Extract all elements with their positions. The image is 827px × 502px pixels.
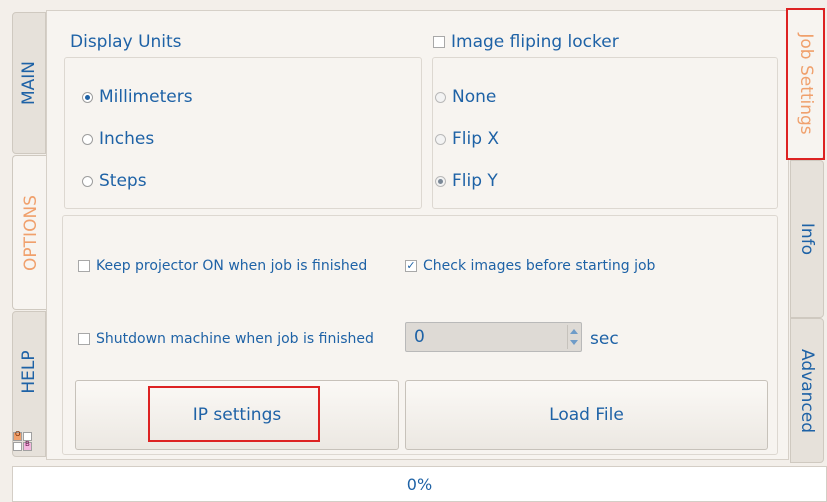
load-file-button[interactable]: Load File: [405, 380, 768, 450]
progress-text: 0%: [406, 474, 433, 494]
spin-arrows[interactable]: [567, 325, 579, 349]
load-file-button-label: Load File: [549, 405, 624, 425]
radio-flip-x-indicator[interactable]: [435, 133, 446, 145]
theme-orange-label: O: [15, 430, 21, 438]
theme-orange-square[interactable]: O: [13, 430, 22, 441]
check-images-option[interactable]: ✓ Check images before starting job: [405, 258, 655, 274]
theme-pink-square[interactable]: B: [23, 440, 32, 451]
theme-white-square-2[interactable]: [13, 442, 22, 451]
radio-flip-x[interactable]: Flip X: [435, 129, 499, 149]
image-flip-locker[interactable]: Image fliping locker: [433, 32, 619, 52]
radio-steps-indicator[interactable]: [82, 175, 93, 187]
tab-info[interactable]: Info: [790, 160, 824, 318]
theme-blue-label: B: [25, 440, 30, 448]
radio-flip-y[interactable]: Flip Y: [435, 171, 498, 191]
radio-steps[interactable]: Steps: [82, 171, 147, 191]
radio-inches-indicator[interactable]: [82, 133, 93, 145]
tab-help-label: HELP: [19, 350, 39, 395]
display-units-title: Display Units: [70, 32, 182, 52]
radio-millimeters-indicator[interactable]: [82, 91, 93, 103]
shutdown-label: Shutdown machine when job is finished: [96, 331, 374, 347]
shutdown-delay-spinbox[interactable]: 0: [405, 322, 582, 352]
ip-settings-button[interactable]: IP settings: [75, 380, 399, 450]
tab-main[interactable]: MAIN: [12, 12, 46, 154]
radio-flip-none[interactable]: None: [435, 87, 496, 107]
radio-flip-y-indicator[interactable]: [435, 175, 446, 187]
tab-main-label: MAIN: [19, 60, 39, 106]
tab-advanced[interactable]: Advanced: [790, 318, 824, 463]
ip-settings-button-label: IP settings: [192, 405, 282, 425]
check-images-checkbox[interactable]: ✓: [405, 260, 417, 272]
radio-millimeters[interactable]: Millimeters: [82, 87, 193, 107]
check-images-label: Check images before starting job: [423, 258, 656, 274]
shutdown-delay-unit: sec: [590, 329, 619, 349]
tab-job-settings-label: Job Settings: [795, 33, 816, 135]
spin-down-icon[interactable]: [570, 340, 578, 345]
tab-info-label: Info: [797, 222, 817, 256]
image-flip-locker-label: Image fliping locker: [451, 32, 619, 52]
radio-flip-none-label: None: [452, 87, 497, 107]
spin-up-icon[interactable]: [570, 329, 578, 334]
tab-job-settings[interactable]: Job Settings: [788, 8, 824, 160]
keep-projector-label: Keep projector ON when job is finished: [96, 258, 368, 274]
radio-flip-y-label: Flip Y: [452, 171, 498, 191]
radio-inches[interactable]: Inches: [82, 129, 154, 149]
shutdown-delay-value: 0: [414, 327, 425, 347]
shutdown-option[interactable]: Shutdown machine when job is finished: [78, 331, 374, 347]
keep-projector-option[interactable]: Keep projector ON when job is finished: [78, 258, 367, 274]
radio-millimeters-label: Millimeters: [99, 87, 193, 107]
radio-flip-x-label: Flip X: [452, 129, 500, 149]
job-progress-bar: 0%: [12, 466, 827, 502]
image-flip-locker-checkbox[interactable]: [433, 36, 445, 48]
shutdown-checkbox[interactable]: [78, 333, 90, 345]
radio-flip-none-indicator[interactable]: [435, 91, 446, 103]
tab-options-label: OPTIONS: [20, 194, 41, 271]
tab-options[interactable]: OPTIONS: [12, 155, 48, 310]
radio-steps-label: Steps: [99, 171, 147, 191]
keep-projector-checkbox[interactable]: [78, 260, 90, 272]
radio-inches-label: Inches: [99, 129, 155, 149]
tab-advanced-label: Advanced: [797, 348, 817, 433]
